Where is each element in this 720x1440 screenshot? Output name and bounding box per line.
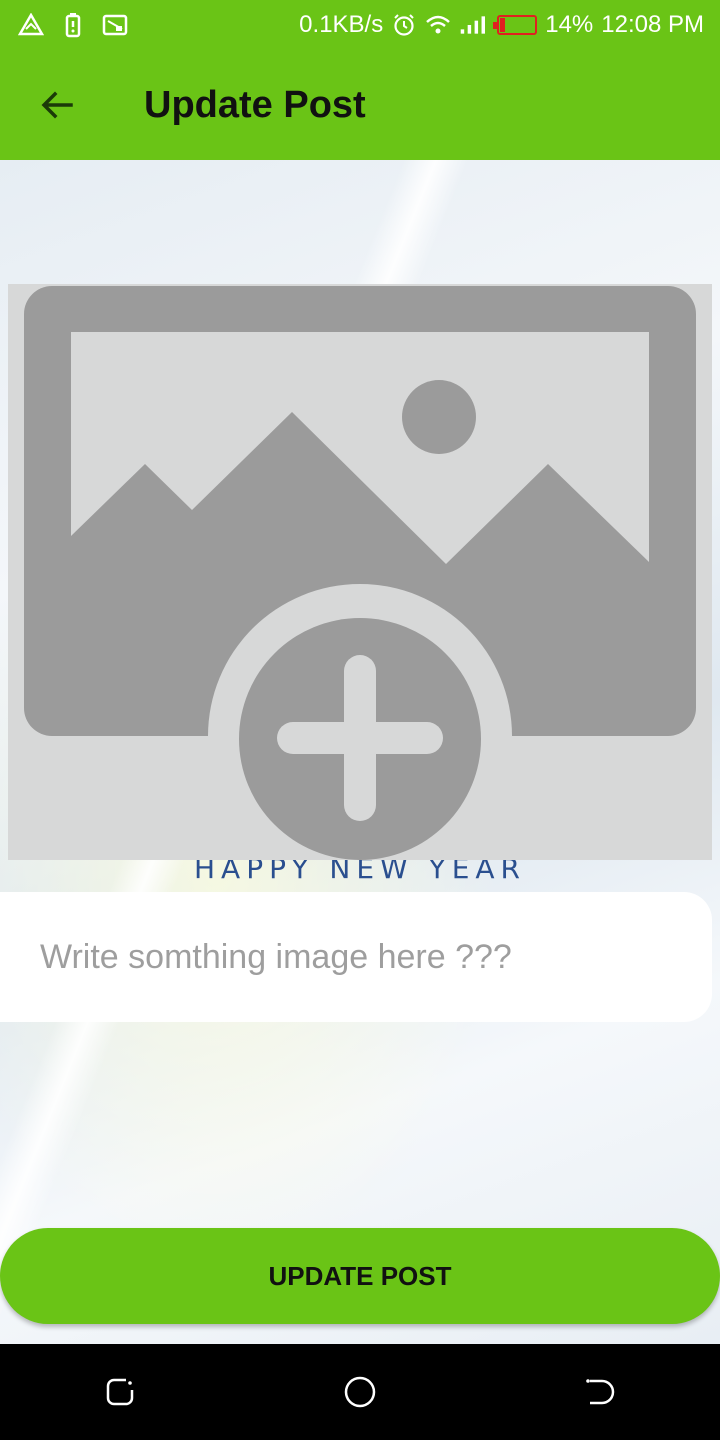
- network-speed: 0.1KB/s: [299, 11, 384, 38]
- status-bar: 0.1KB/s 14% 12:08 PM: [0, 0, 720, 50]
- recent-apps-icon: [106, 1378, 134, 1406]
- clock: 12:08 PM: [601, 11, 704, 38]
- navigation-bar: [0, 1344, 720, 1440]
- home-icon: [344, 1376, 376, 1408]
- battery-icon: [493, 15, 538, 35]
- battery-percent: 14%: [545, 11, 594, 38]
- cast-icon: [102, 12, 128, 38]
- battery-saver-icon: [60, 12, 86, 38]
- caption-input[interactable]: [40, 937, 680, 977]
- status-left-icons: [18, 12, 128, 38]
- app-bar: Update Post: [0, 50, 720, 160]
- image-picker[interactable]: [8, 284, 712, 860]
- update-post-button[interactable]: UPDATE POST: [0, 1228, 720, 1324]
- home-button[interactable]: [320, 1352, 400, 1432]
- add-image-icon: [24, 286, 696, 860]
- arrow-left-icon: [41, 91, 73, 119]
- battery-level-fill: [500, 18, 506, 32]
- wifi-icon: [425, 12, 451, 38]
- alarm-icon: [391, 12, 417, 38]
- caption-box: [0, 892, 712, 1022]
- page-title: Update Post: [144, 83, 366, 126]
- system-back-button[interactable]: [560, 1352, 640, 1432]
- alert-icon: [18, 12, 44, 38]
- back-icon: [586, 1379, 615, 1405]
- recent-apps-button[interactable]: [80, 1352, 160, 1432]
- back-button[interactable]: [22, 70, 92, 140]
- status-right-icons: 0.1KB/s 14% 12:08 PM: [299, 11, 704, 39]
- signal-icon: [459, 12, 486, 38]
